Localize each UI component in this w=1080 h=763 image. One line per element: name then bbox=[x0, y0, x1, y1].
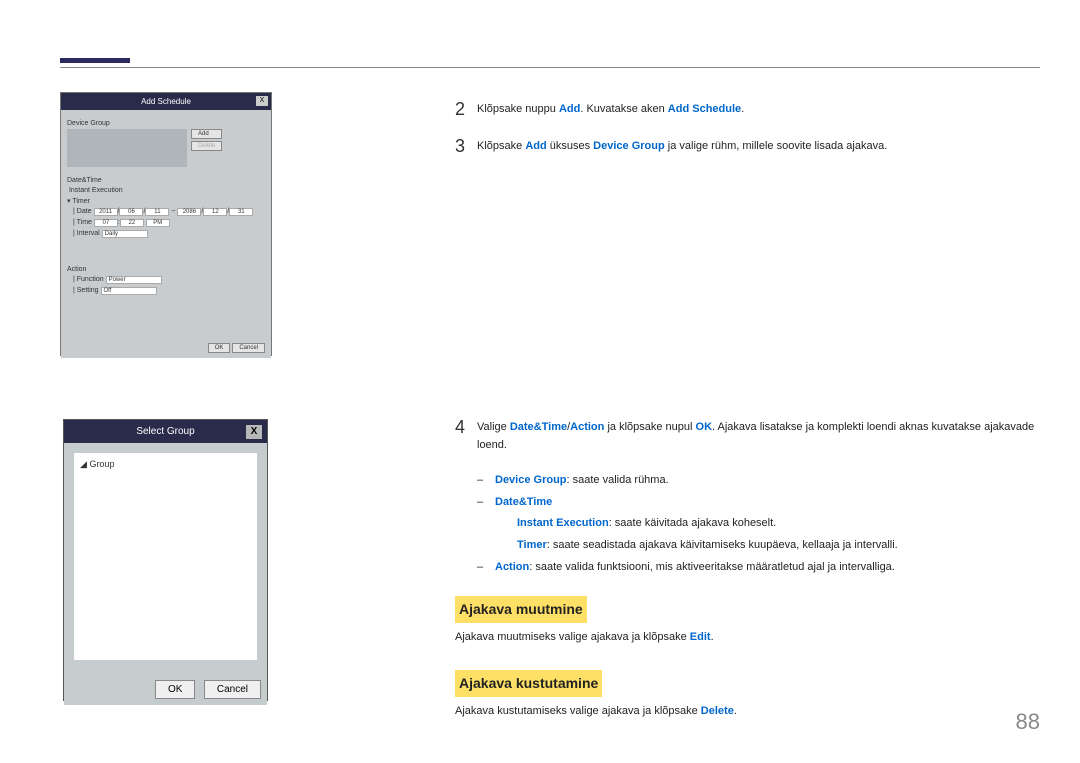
date-d1[interactable]: 11 bbox=[145, 208, 169, 216]
list-item: Instant Execution: saate käivitada ajaka… bbox=[517, 515, 1045, 533]
step-number: 3 bbox=[455, 137, 477, 156]
list-item: ‒ Device Group: saate valida rühma. bbox=[477, 472, 1045, 490]
list-item: ‒ Date&Time bbox=[477, 494, 1045, 512]
function-row: | Function Power bbox=[73, 276, 265, 284]
header-rule bbox=[60, 67, 1040, 68]
sub-list: ‒ Device Group: saate valida rühma. ‒ Da… bbox=[477, 472, 1045, 576]
cancel-button[interactable]: Cancel bbox=[204, 680, 261, 699]
dialog-titlebar: Select Group X bbox=[64, 420, 267, 443]
date-row: | Date 2011/06/11 ~ 2086/12/31 bbox=[73, 208, 265, 216]
time-row: | Time 07:22 PM bbox=[73, 219, 265, 227]
ok-button[interactable]: OK bbox=[208, 343, 231, 353]
step-text: Valige Date&Time/Action ja klõpsake nupu… bbox=[477, 418, 1045, 454]
step-number: 2 bbox=[455, 100, 477, 119]
step-text: Klõpsake nuppu Add. Kuvatakse aken Add S… bbox=[477, 100, 1045, 119]
cancel-button[interactable]: Cancel bbox=[232, 343, 265, 353]
instant-exec-row: Instant Execution bbox=[67, 187, 265, 194]
interval-select[interactable]: Daily bbox=[102, 230, 148, 238]
setting-select[interactable]: Off bbox=[101, 287, 157, 295]
heading-delete-schedule: Ajakava kustutamine bbox=[455, 670, 602, 696]
header-accent bbox=[60, 58, 130, 63]
content-lower: 4 Valige Date&Time/Action ja klõpsake nu… bbox=[455, 418, 1045, 728]
date-time-label: Date&Time bbox=[67, 177, 265, 184]
add-schedule-dialog: Add Schedule X Device Group Add Delete D… bbox=[60, 92, 272, 356]
time-m[interactable]: 22 bbox=[120, 219, 144, 227]
tree-icon: ◢ bbox=[80, 459, 87, 469]
step-number: 4 bbox=[455, 418, 477, 454]
dialog-title: Add Schedule bbox=[141, 97, 191, 106]
device-group-label: Device Group bbox=[67, 120, 265, 127]
step-4: 4 Valige Date&Time/Action ja klõpsake nu… bbox=[455, 418, 1045, 454]
step-text: Klõpsake Add üksuses Device Group ja val… bbox=[477, 137, 1045, 156]
function-select[interactable]: Power bbox=[106, 276, 162, 284]
date-m2[interactable]: 12 bbox=[203, 208, 227, 216]
dialog-titlebar: Add Schedule X bbox=[61, 93, 271, 110]
list-item: Timer: saate seadistada ajakava käivitam… bbox=[517, 537, 1045, 555]
time-ap[interactable]: PM bbox=[146, 219, 170, 227]
group-listbox[interactable]: ◢ Group bbox=[74, 453, 257, 660]
interval-row: | Interval Daily bbox=[73, 230, 265, 238]
setting-row: | Setting Off bbox=[73, 287, 265, 295]
group-item[interactable]: Group bbox=[89, 459, 114, 469]
add-button[interactable]: Add bbox=[191, 129, 222, 139]
date-d2[interactable]: 31 bbox=[229, 208, 253, 216]
date-m1[interactable]: 06 bbox=[119, 208, 143, 216]
page-number: 88 bbox=[1016, 709, 1040, 735]
close-icon[interactable]: X bbox=[246, 425, 262, 439]
body-text: Ajakava muutmiseks valige ajakava ja klõ… bbox=[455, 629, 1045, 647]
time-h[interactable]: 07 bbox=[94, 219, 118, 227]
close-icon[interactable]: X bbox=[256, 96, 268, 106]
date-y1[interactable]: 2011 bbox=[94, 208, 118, 216]
body-text: Ajakava kustutamiseks valige ajakava ja … bbox=[455, 703, 1045, 721]
step-2: 2 Klõpsake nuppu Add. Kuvatakse aken Add… bbox=[455, 100, 1045, 119]
action-label: Action bbox=[67, 266, 265, 273]
content-upper: 2 Klõpsake nuppu Add. Kuvatakse aken Add… bbox=[455, 100, 1045, 173]
ok-button[interactable]: OK bbox=[155, 680, 195, 699]
delete-button[interactable]: Delete bbox=[191, 141, 222, 151]
step-3: 3 Klõpsake Add üksuses Device Group ja v… bbox=[455, 137, 1045, 156]
timer-row: ▾ Timer bbox=[67, 197, 265, 205]
device-group-list bbox=[67, 129, 187, 167]
heading-edit-schedule: Ajakava muutmine bbox=[455, 596, 587, 622]
list-item: ‒ Action: saate valida funktsiooni, mis … bbox=[477, 559, 1045, 577]
date-y2[interactable]: 2086 bbox=[177, 208, 201, 216]
dialog-title: Select Group bbox=[136, 426, 194, 437]
select-group-dialog: Select Group X ◢ Group OK Cancel bbox=[63, 419, 268, 701]
